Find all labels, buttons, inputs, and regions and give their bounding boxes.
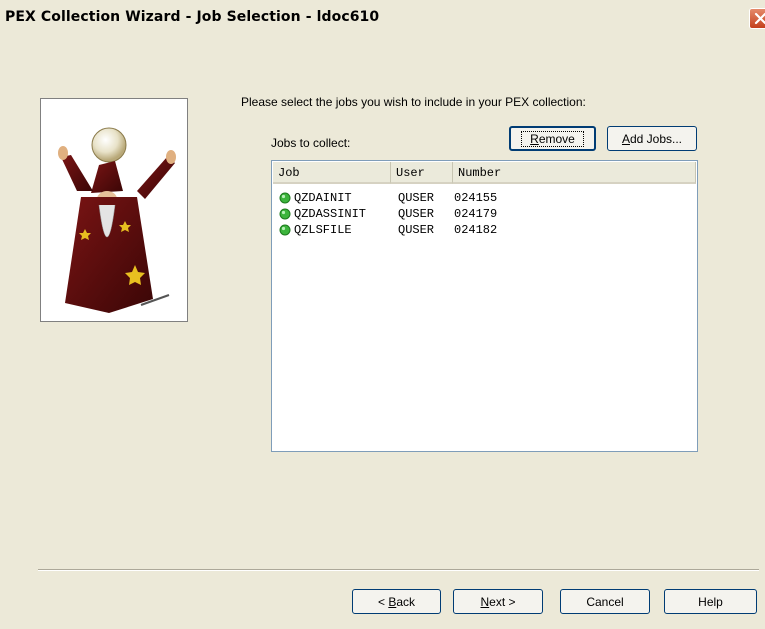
job-user: QUSER bbox=[398, 223, 435, 237]
list-header: Job User Number bbox=[273, 162, 696, 184]
footer-divider bbox=[38, 569, 759, 571]
job-number: 024182 bbox=[454, 223, 498, 237]
column-header-job[interactable]: Job bbox=[273, 162, 391, 184]
job-user: QUSER bbox=[398, 207, 435, 221]
job-user: QUSER bbox=[398, 191, 435, 205]
green-status-icon bbox=[279, 208, 291, 220]
add-jobs-button[interactable]: Add Jobs... bbox=[607, 126, 697, 151]
remove-button[interactable]: Remove bbox=[509, 126, 596, 151]
column-header-user[interactable]: User bbox=[391, 162, 453, 184]
instruction-text: Please select the jobs you wish to inclu… bbox=[241, 95, 586, 109]
green-status-icon bbox=[279, 192, 291, 204]
back-button[interactable]: < Back bbox=[352, 589, 441, 614]
job-number: 024179 bbox=[454, 207, 498, 221]
column-header-number[interactable]: Number bbox=[453, 162, 696, 184]
green-status-icon bbox=[279, 224, 291, 236]
close-button[interactable] bbox=[749, 8, 765, 29]
cancel-button[interactable]: Cancel bbox=[560, 589, 650, 614]
help-button[interactable]: Help bbox=[664, 589, 757, 614]
wizard-illustration bbox=[58, 127, 176, 313]
job-name: QZDAINIT bbox=[294, 191, 352, 205]
job-name: QZLSFILE bbox=[294, 223, 352, 237]
job-name: QZDASSINIT bbox=[294, 207, 367, 221]
job-number: 024155 bbox=[454, 191, 498, 205]
title-bar: PEX Collection Wizard - Job Selection - … bbox=[0, 0, 765, 36]
wizard-image-frame bbox=[40, 98, 188, 322]
close-icon bbox=[754, 12, 765, 25]
window-title: PEX Collection Wizard - Job Selection - … bbox=[5, 9, 380, 25]
jobs-to-collect-label: Jobs to collect: bbox=[271, 136, 351, 150]
dialog-body: Please select the jobs you wish to inclu… bbox=[0, 36, 765, 629]
jobs-list[interactable]: Job User Number QZDAINIT QUSER 024155 QZ… bbox=[271, 160, 698, 452]
next-button[interactable]: Next > bbox=[453, 589, 543, 614]
